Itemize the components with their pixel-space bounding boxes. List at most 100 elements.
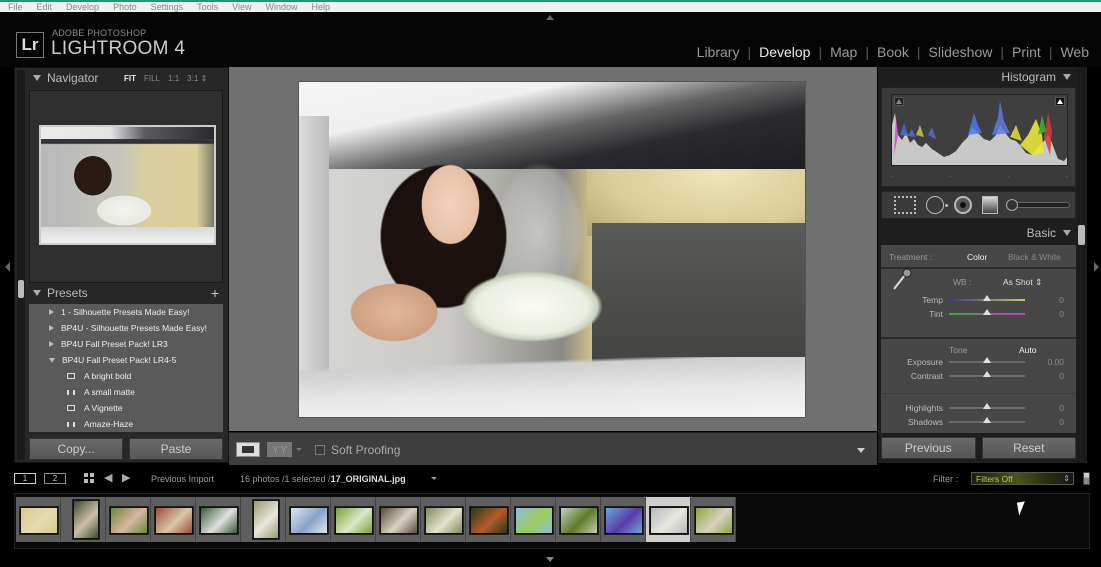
menu-tools[interactable]: Tools: [197, 2, 218, 12]
filename-dropdown-icon[interactable]: [431, 477, 437, 480]
filmstrip-thumbnail[interactable]: [290, 507, 328, 534]
module-map[interactable]: Map: [830, 44, 857, 60]
menu-file[interactable]: File: [8, 2, 23, 12]
slider-value[interactable]: 0: [1034, 371, 1064, 381]
module-web[interactable]: Web: [1060, 44, 1089, 60]
presets-header[interactable]: Presets +: [29, 284, 223, 302]
filmstrip-count[interactable]: 16 photos /1 selected /17_ORIGINAL.jpg: [240, 474, 406, 484]
bottom-panel-toggle-icon[interactable]: [546, 557, 554, 562]
menu-edit[interactable]: Edit: [37, 2, 53, 12]
soft-proofing-checkbox[interactable]: [315, 445, 325, 455]
navigator-zoom-3[interactable]: 3:1 ⇕: [187, 74, 207, 83]
filmstrip-cell[interactable]: [556, 497, 601, 542]
filmstrip-thumbnail[interactable]: [650, 507, 688, 534]
right-scroll-thumb[interactable]: [1078, 225, 1085, 245]
slider-track[interactable]: [949, 357, 1025, 363]
filter-lock-icon[interactable]: [1083, 472, 1090, 485]
preset-folder[interactable]: BP4U Fall Preset Pack! LR4-5: [29, 352, 223, 368]
slider-track[interactable]: [949, 309, 1025, 315]
slider-thumb[interactable]: [983, 309, 991, 315]
menu-view[interactable]: View: [232, 2, 251, 12]
filmstrip-thumbnail[interactable]: [425, 507, 463, 534]
histogram-header[interactable]: Histogram: [878, 67, 1077, 87]
filmstrip-cell[interactable]: [376, 497, 421, 542]
navigator-zoom-1[interactable]: FILL: [144, 74, 160, 83]
left-scroll-thumb[interactable]: [18, 280, 24, 298]
red-eye-icon[interactable]: [954, 196, 972, 214]
module-book[interactable]: Book: [877, 44, 909, 60]
preset-folder[interactable]: 1 - Silhouette Presets Made Easy!: [29, 304, 223, 320]
filmstrip-cell[interactable]: [286, 497, 331, 542]
slider-value[interactable]: 0: [1034, 403, 1064, 413]
filmstrip-cell[interactable]: [16, 497, 61, 542]
module-library[interactable]: Library: [697, 44, 740, 60]
preset-item[interactable]: Amaze-Haze: [29, 416, 223, 432]
filmstrip-cell[interactable]: [691, 497, 736, 542]
menu-develop[interactable]: Develop: [66, 2, 99, 12]
grid-view-icon[interactable]: [84, 473, 94, 483]
filmstrip-thumbnail[interactable]: [560, 507, 598, 534]
right-panel-scrollbar[interactable]: [1077, 67, 1086, 463]
auto-tone-button[interactable]: Auto: [1019, 345, 1037, 355]
basic-header[interactable]: Basic: [878, 223, 1077, 243]
module-slideshow[interactable]: Slideshow: [929, 44, 993, 60]
main-photo[interactable]: [299, 82, 805, 417]
menu-help[interactable]: Help: [312, 2, 331, 12]
filmstrip-thumbnail[interactable]: [380, 507, 418, 534]
filmstrip-cell[interactable]: [106, 497, 151, 542]
filmstrip-cell[interactable]: [601, 497, 646, 542]
filmstrip-cell[interactable]: [646, 497, 691, 542]
filmstrip-cell[interactable]: [151, 497, 196, 542]
treatment-bw-option[interactable]: Black & White: [1008, 252, 1061, 262]
navigator-thumbnail[interactable]: [39, 125, 216, 245]
reset-button[interactable]: Reset: [981, 437, 1076, 459]
menu-window[interactable]: Window: [266, 2, 298, 12]
before-after-button[interactable]: Y Y: [267, 442, 292, 457]
adjustment-brush-icon[interactable]: [1006, 199, 1070, 211]
preset-folder[interactable]: BP4U - Silhouette Presets Made Easy!: [29, 320, 223, 336]
filmstrip-thumbnail[interactable]: [253, 500, 279, 539]
slider-value[interactable]: 0: [1034, 295, 1064, 305]
filmstrip-thumbnail[interactable]: [20, 507, 58, 534]
filmstrip-cell[interactable]: [331, 497, 376, 542]
preset-item[interactable]: A bright bold: [29, 368, 223, 384]
forward-arrow-icon[interactable]: ▶: [122, 473, 130, 484]
filmstrip-thumbnail[interactable]: [155, 507, 193, 534]
menu-settings[interactable]: Settings: [151, 2, 184, 12]
slider-value[interactable]: 0: [1034, 417, 1064, 427]
filmstrip-thumbnail[interactable]: [605, 507, 643, 534]
filmstrip-thumbnail[interactable]: [200, 507, 238, 534]
loupe-view[interactable]: [229, 67, 877, 431]
right-panel-toggle-icon[interactable]: [1094, 262, 1099, 272]
module-develop[interactable]: Develop: [759, 44, 810, 60]
slider-thumb[interactable]: [983, 371, 991, 377]
left-panel-toggle-icon[interactable]: [5, 262, 10, 272]
slider-thumb[interactable]: [983, 357, 991, 363]
preset-item[interactable]: A Vignette: [29, 400, 223, 416]
highlight-clipping-icon[interactable]: [1055, 97, 1065, 106]
toolbar-menu-icon[interactable]: [857, 448, 865, 453]
filter-select[interactable]: Filters Off ⇕: [971, 472, 1074, 485]
slider-track[interactable]: [949, 295, 1025, 301]
previous-button[interactable]: Previous: [881, 437, 976, 459]
filmstrip-thumbnail[interactable]: [110, 507, 148, 534]
slider-thumb[interactable]: [983, 295, 991, 301]
left-panel-scrollbar[interactable]: [17, 70, 25, 460]
filmstrip-cell[interactable]: [61, 497, 106, 542]
filmstrip-thumbnail[interactable]: [695, 507, 733, 534]
filmstrip-thumbnail[interactable]: [73, 500, 99, 539]
histogram-graph[interactable]: [891, 94, 1068, 166]
graduated-filter-icon[interactable]: [982, 196, 998, 214]
filmstrip-cell[interactable]: [511, 497, 556, 542]
navigator-zoom-0[interactable]: FIT: [124, 74, 136, 83]
before-after-dropdown-icon[interactable]: [296, 448, 302, 451]
module-print[interactable]: Print: [1012, 44, 1041, 60]
crop-tool-icon[interactable]: [894, 196, 916, 214]
filmstrip-cell[interactable]: [241, 497, 286, 542]
secondary-display-button[interactable]: 2: [44, 473, 66, 484]
navigator-zoom-2[interactable]: 1:1: [168, 74, 179, 83]
preset-item[interactable]: A small matte: [29, 384, 223, 400]
slider-track[interactable]: [949, 371, 1025, 377]
filmstrip-thumbnail[interactable]: [470, 507, 508, 534]
filmstrip-cell[interactable]: [196, 497, 241, 542]
